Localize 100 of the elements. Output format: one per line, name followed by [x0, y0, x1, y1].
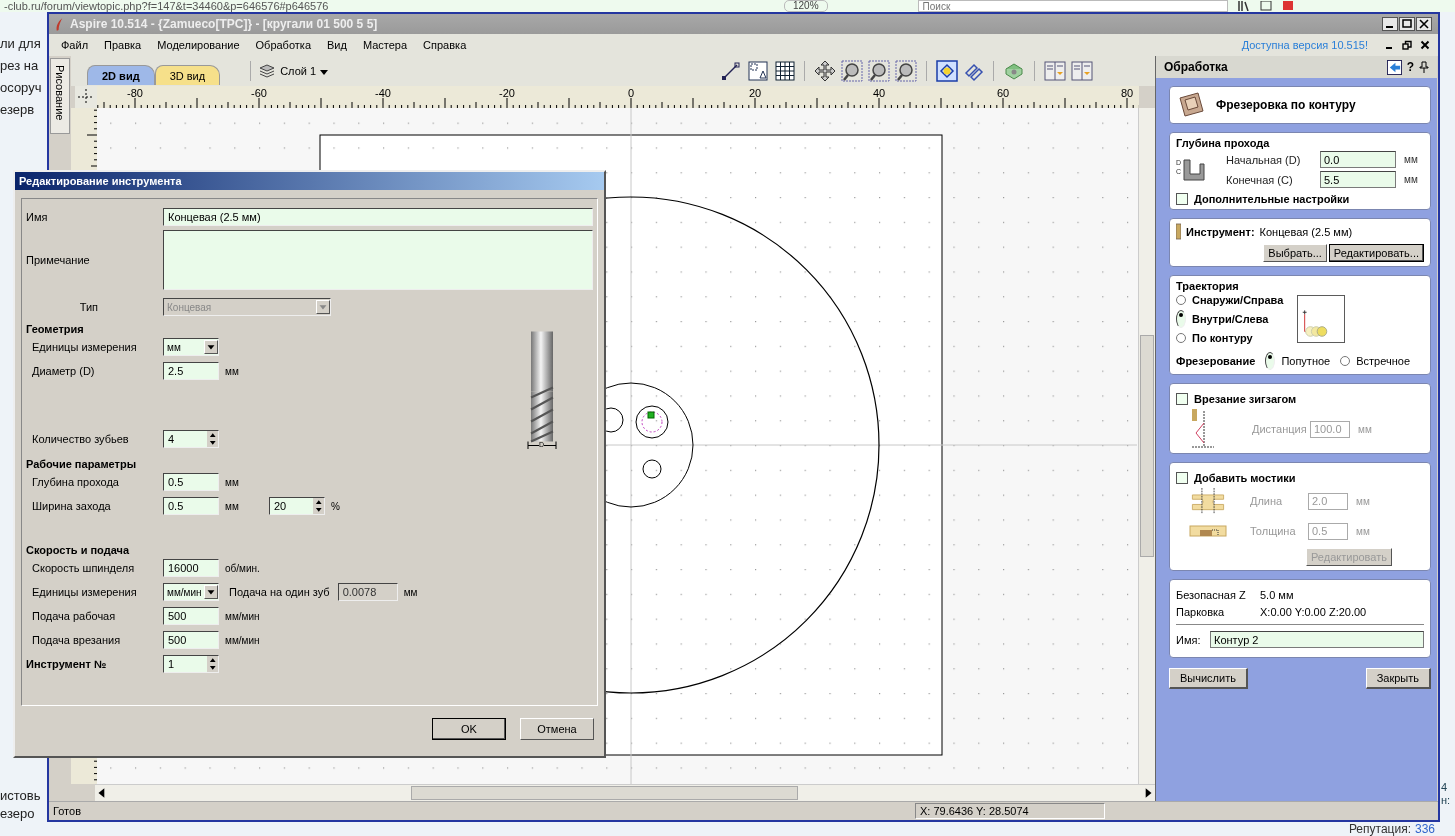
field-label: Подача на один зуб [229, 586, 330, 598]
spin-arrows-icon[interactable] [206, 656, 218, 672]
ruler-label: 60 [996, 87, 1010, 99]
tool-button[interactable]: Выбрать... [1263, 244, 1327, 262]
cursor-coordinates: X: 79.6436 Y: 28.5074 [915, 803, 1105, 819]
advanced-checkbox[interactable]: Дополнительные настройки [1176, 193, 1424, 205]
ruler-label: 20 [748, 87, 762, 99]
ramp-checkbox[interactable]: Врезание зигзагом [1176, 393, 1424, 405]
vertical-scrollbar[interactable] [1138, 108, 1155, 784]
help-button[interactable]: ? [1406, 60, 1414, 74]
minimize-icon[interactable] [1382, 17, 1398, 31]
circle-shape[interactable] [642, 459, 662, 479]
pin-icon[interactable] [1419, 61, 1429, 73]
extension-icon[interactable] [1281, 1, 1294, 11]
sheet-icon[interactable] [746, 60, 769, 82]
dialog-button[interactable]: Отмена [520, 718, 594, 740]
page-text-fragment: езеро [0, 806, 36, 822]
menu-item[interactable]: Вид [319, 39, 355, 51]
extension-icon[interactable] [1259, 1, 1272, 11]
window-title: Aspire 10.514 - {Zamueco[TPC]} - [кругали 01 500 5 5] [70, 17, 379, 31]
zoom-icon[interactable] [895, 60, 917, 82]
view-tab[interactable]: 3D вид [154, 65, 221, 85]
menu-item[interactable]: Справка [415, 39, 475, 51]
side-tab[interactable]: Рисование [50, 58, 70, 134]
search-field[interactable]: Поиск [917, 0, 1228, 12]
milling-label: Фрезерование [1176, 355, 1256, 367]
dock-arrow-icon[interactable] [1386, 59, 1402, 75]
ruler-label: 80 [1120, 87, 1134, 99]
spin-arrows-icon[interactable] [206, 431, 218, 447]
plunge-rate-field[interactable]: 500 [163, 631, 219, 649]
stepover-percent-spinbox[interactable]: 20 [269, 497, 325, 515]
library-icon[interactable] [1237, 1, 1250, 11]
tool-label: Инструмент: [1186, 225, 1255, 238]
node-icon[interactable] [719, 60, 742, 82]
panel-button[interactable]: Закрыть [1365, 668, 1431, 689]
field-label: Скорость шпинделя [31, 562, 136, 574]
section-heading: Траектория [1176, 280, 1240, 292]
layers-icon[interactable] [259, 63, 276, 79]
view-icon[interactable] [935, 60, 958, 82]
field-label: Единицы измерения [31, 341, 138, 353]
feed-rate-field[interactable]: 500 [163, 607, 219, 625]
grid-icon[interactable] [773, 60, 796, 82]
panel-button[interactable]: Вычислить [1169, 668, 1248, 689]
maximize-icon[interactable] [1399, 17, 1415, 31]
profile-frame-icon [1176, 90, 1206, 120]
field-label: Тип [78, 301, 98, 313]
radio-option[interactable]: По контуру [1176, 332, 1284, 344]
units-dropdown[interactable]: мм [163, 338, 219, 356]
menu-item[interactable]: Мастера [354, 39, 416, 51]
radio-option[interactable]: Снаружи/Справа [1176, 294, 1284, 306]
diameter-field[interactable]: 2.5 [163, 362, 219, 380]
menu-item[interactable]: Моделирование [149, 39, 248, 51]
selected-circle[interactable] [635, 405, 669, 439]
menu-item[interactable]: Файл [53, 39, 97, 51]
pass-depth-field[interactable]: 0.5 [163, 473, 219, 491]
dialog-button[interactable]: OK [432, 718, 506, 740]
field-label: Конечная (C) [1226, 173, 1294, 186]
start-depth-field[interactable]: 0.0 [1320, 151, 1396, 168]
section-heading: Скорость и подача [26, 544, 131, 556]
radio-option[interactable]: Попутное [1265, 352, 1331, 370]
field-label: Толщина [1250, 525, 1297, 537]
zoom-icon[interactable] [868, 60, 890, 82]
toolpath-name-field[interactable]: Контур 2 [1210, 631, 1424, 648]
menu-item[interactable]: Обработка [247, 39, 319, 51]
close-icon[interactable] [1420, 40, 1430, 50]
spindle-speed-field[interactable]: 16000 [163, 559, 219, 577]
layer-dropdown[interactable]: Слой 1 [280, 65, 329, 77]
tool-button[interactable]: Редактировать... [1328, 244, 1424, 262]
app-logo-icon [55, 17, 64, 31]
ruler-label: -60 [251, 87, 267, 99]
restore-icon[interactable] [1402, 40, 1412, 50]
stepover-field[interactable]: 0.5 [163, 497, 219, 515]
radio-option[interactable]: Внутри/Слева [1176, 310, 1284, 328]
tool-name: Концевая (2.5 мм) [1259, 225, 1353, 238]
view-tab[interactable]: 2D вид [87, 65, 155, 85]
cut-depth-field[interactable]: 5.5 [1320, 171, 1396, 188]
field-label: Количество зубьев [31, 433, 130, 445]
feed-units-dropdown[interactable]: мм/мин [163, 583, 219, 601]
spin-arrows-icon[interactable] [312, 498, 324, 514]
move-icon[interactable] [814, 60, 836, 82]
flutes-spinbox[interactable]: 4 [163, 430, 219, 448]
field-label: Подача рабочая [31, 610, 117, 622]
unit-label: мм [1404, 174, 1418, 185]
tabs-checkbox[interactable]: Добавить мостики [1176, 472, 1424, 484]
zoom-icon[interactable] [841, 60, 863, 82]
tool-name-field[interactable]: Концевая (2.5 мм) [163, 208, 593, 226]
note-field[interactable] [163, 230, 593, 290]
safe-z-value: 5.0 мм [1260, 589, 1294, 601]
field-label: Имя: [1176, 633, 1202, 646]
horizontal-scrollbar[interactable] [95, 784, 1155, 801]
unit-label: мм [1404, 154, 1418, 165]
tool-bit-icon [1176, 223, 1181, 240]
menu-item[interactable]: Правка [96, 39, 150, 51]
ruler-label: 40 [872, 87, 886, 99]
radio-option[interactable]: Встречное [1340, 355, 1410, 367]
close-icon[interactable] [1416, 17, 1432, 31]
reputation-value[interactable]: 336 [1414, 823, 1435, 836]
home-position-label: Парковка [1176, 606, 1226, 618]
address-text[interactable]: -club.ru/forum/viewtopic.php?f=147&t=34460&p=646576#p646576 [4, 0, 424, 12]
tool-number-spinbox[interactable]: 1 [163, 655, 219, 673]
